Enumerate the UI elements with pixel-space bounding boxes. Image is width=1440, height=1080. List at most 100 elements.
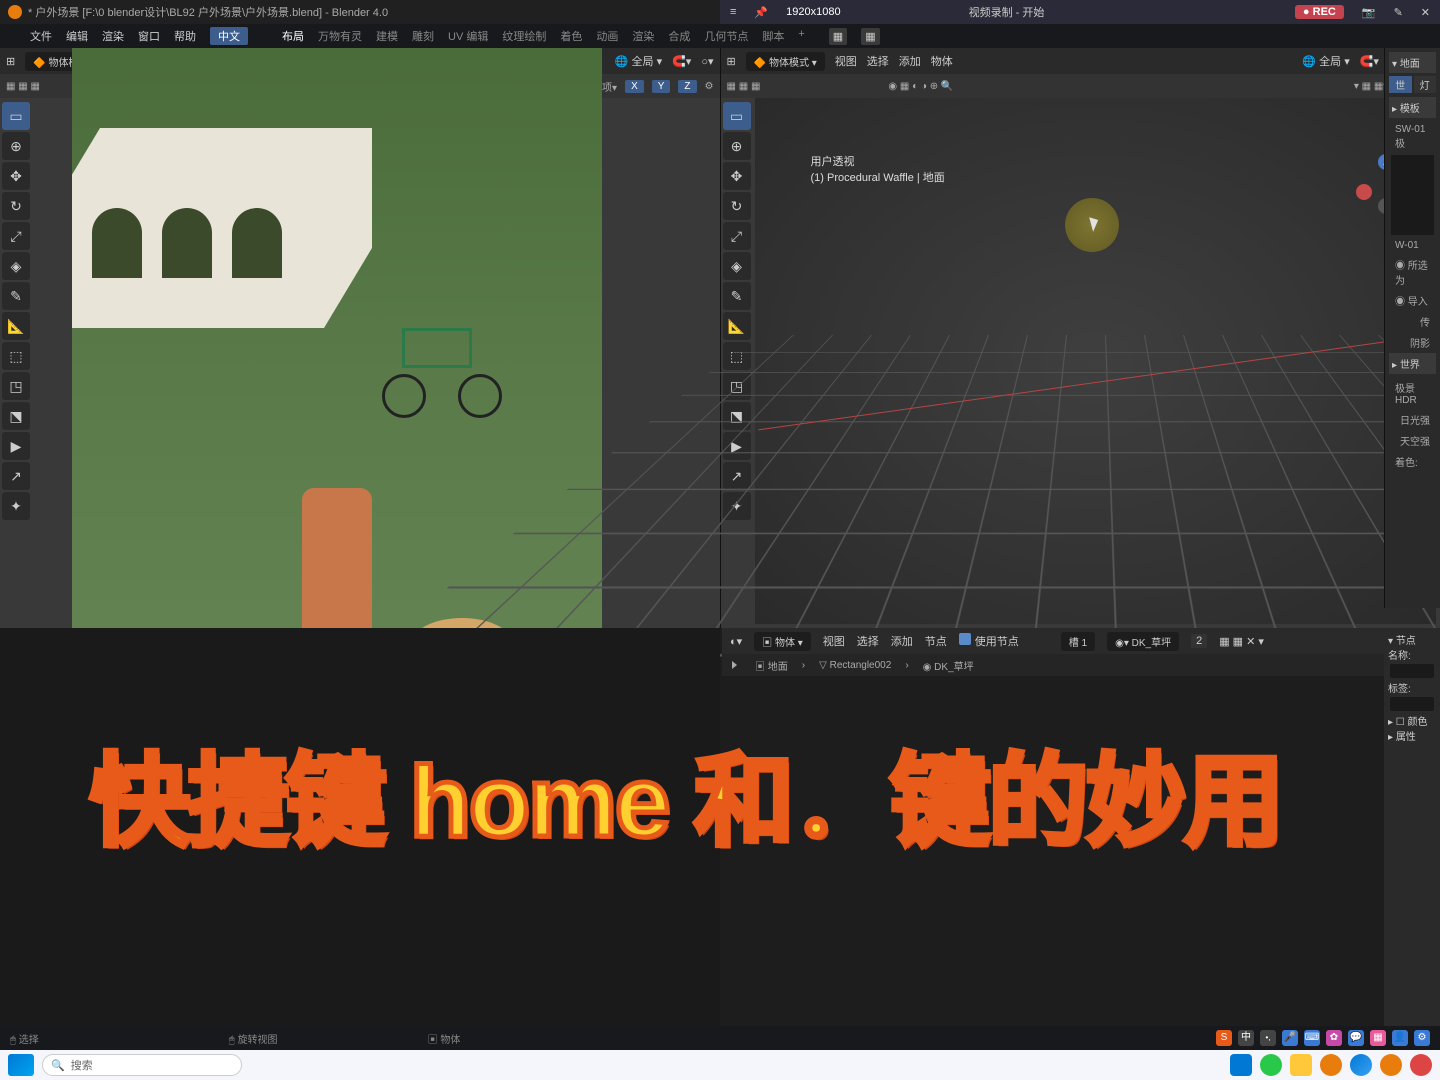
tool-extra5[interactable]: ✦ (2, 492, 30, 520)
tool-select-box[interactable]: ▭ (723, 102, 751, 130)
proportional-icon[interactable]: ○▾ (701, 55, 713, 68)
item-w01[interactable]: W-01 (1389, 237, 1436, 254)
menu-render[interactable]: 渲染 (102, 28, 124, 44)
scene-icon-2[interactable]: ▦ (861, 28, 879, 45)
node-view[interactable]: 视图 (823, 633, 845, 649)
vpmenu-add[interactable]: 添加 (899, 53, 921, 69)
language-toggle[interactable]: 中文 (210, 27, 248, 45)
tool-extra2[interactable]: ⬔ (2, 402, 30, 430)
ime-flower-icon[interactable]: ✿ (1326, 1030, 1342, 1046)
ime-keyboard-icon[interactable]: ⌨ (1304, 1030, 1320, 1046)
item-sw01[interactable]: SW-01极 (1389, 121, 1436, 153)
tab-add[interactable]: + (798, 28, 804, 44)
hamburger-icon[interactable]: ≡ (730, 6, 736, 18)
sogou-icon[interactable]: S (1216, 1030, 1232, 1046)
tab-layout[interactable]: 布局 (282, 28, 304, 44)
section-world[interactable]: ▸ 世界 (1389, 353, 1436, 374)
menu-file[interactable]: 文件 (30, 28, 52, 44)
row-shadow[interactable]: 阴影 (1389, 332, 1436, 353)
vpmenu-select[interactable]: 选择 (867, 53, 889, 69)
slot-dd[interactable]: 槽 1 (1061, 632, 1095, 651)
use-nodes-check[interactable]: 使用节点 (959, 633, 1019, 649)
bc-ground[interactable]: ▣ 地面 (755, 658, 788, 673)
tool-rotate[interactable]: ↻ (2, 192, 30, 220)
orientation-dd[interactable]: 🌐 全局 ▾ (615, 53, 662, 69)
task-blender2-icon[interactable] (1380, 1054, 1402, 1076)
orientation-dd[interactable]: 🌐 全局 ▾ (1302, 53, 1349, 69)
close-icon[interactable]: ✕ (1421, 6, 1430, 19)
ime-chat-icon[interactable]: 💬 (1348, 1030, 1364, 1046)
node-node[interactable]: 节点 (925, 633, 947, 649)
tab-light[interactable]: 灯 (1414, 76, 1437, 93)
section-template[interactable]: ▸ 模板 (1389, 97, 1436, 118)
bc-mat[interactable]: ◉ DK_草坪 (923, 658, 974, 673)
tool-transform[interactable]: ◈ (723, 252, 751, 280)
ime-mic-icon[interactable]: 🎤 (1282, 1030, 1298, 1046)
tab-modeling[interactable]: 建模 (376, 28, 398, 44)
shading-mode-icons[interactable]: ◉ ▦ ◐ ◑ ⊕ 🔍 (888, 81, 953, 92)
axis-y[interactable]: Y (652, 80, 671, 93)
node-select[interactable]: 选择 (857, 633, 879, 649)
row-hdr[interactable]: 极景HDR (1389, 377, 1436, 409)
tool-move[interactable]: ✥ (723, 162, 751, 190)
taskbar-search[interactable]: 🔍 搜索 (42, 1054, 242, 1076)
vp2-canvas[interactable]: 用户透视 (1) Procedural Waffle | 地面 Z Y 🔍 ✋ … (755, 98, 1437, 624)
menu-edit[interactable]: 编辑 (66, 28, 88, 44)
ime-grid-icon[interactable]: ▦ (1370, 1030, 1386, 1046)
blender-icon[interactable] (4, 30, 16, 42)
rec-button[interactable]: ● REC (1295, 5, 1344, 19)
task-edge-icon[interactable] (1230, 1054, 1252, 1076)
scene-icon-1[interactable]: ▦ (829, 28, 847, 45)
material-dd[interactable]: ◉▾ DK_草坪 (1107, 632, 1179, 651)
tab-compose[interactable]: 合成 (668, 28, 690, 44)
tool-select-box[interactable]: ▭ (2, 102, 30, 130)
row-pass[interactable]: 传 (1389, 311, 1436, 332)
tag-input[interactable] (1390, 697, 1434, 711)
row-sky[interactable]: 天空强 (1389, 430, 1436, 451)
name-input[interactable] (1390, 664, 1434, 678)
vpmenu-object[interactable]: 物体 (931, 53, 953, 69)
snap-icon[interactable]: 🧲▾ (1360, 55, 1379, 68)
tool-move[interactable]: ✥ (2, 162, 30, 190)
node-obj-dd[interactable]: ▣ 物体 ▾ (754, 632, 811, 651)
editor-type-icon[interactable]: ⊞ (6, 55, 15, 68)
task-rec-icon[interactable] (1410, 1054, 1432, 1076)
tool-measure[interactable]: 📐 (723, 312, 751, 340)
ime-punct[interactable]: •, (1260, 1030, 1276, 1046)
vpmenu-view[interactable]: 视图 (835, 53, 857, 69)
tab-script[interactable]: 脚本 (762, 28, 784, 44)
tab-anim[interactable]: 动画 (596, 28, 618, 44)
tool-cursor[interactable]: ⊕ (723, 132, 751, 160)
select-mode-icons[interactable]: ▦ ▦ ▦ (6, 81, 40, 92)
select-mode-icons[interactable]: ▦ ▦ ▦ (727, 81, 761, 92)
tab-geonodes[interactable]: 几何节点 (704, 28, 748, 44)
menu-help[interactable]: 帮助 (174, 28, 196, 44)
np-sec-node[interactable]: ▾ 节点 (1388, 632, 1436, 647)
pencil-icon[interactable]: ✎ (1394, 6, 1403, 19)
task-edge2-icon[interactable] (1350, 1054, 1372, 1076)
row-color[interactable]: 着色: (1389, 451, 1436, 472)
task-explorer-icon[interactable] (1290, 1054, 1312, 1076)
editor-type-icon[interactable]: ◐▾ (730, 635, 742, 648)
mode-dropdown[interactable]: 🔶 物体模式 ▾ (746, 52, 825, 71)
tool-annotate[interactable]: ✎ (723, 282, 751, 310)
axis-x[interactable]: X (625, 80, 644, 93)
tab-sculpt[interactable]: 雕刻 (412, 28, 434, 44)
task-media-icon[interactable] (1260, 1054, 1282, 1076)
tool-extra4[interactable]: ↗ (2, 462, 30, 490)
tool-rotate[interactable]: ↻ (723, 192, 751, 220)
gear-icon[interactable]: ⚙ (705, 81, 714, 92)
task-blender-icon[interactable] (1320, 1054, 1342, 1076)
tool-extra3[interactable]: ▶ (2, 432, 30, 460)
row-allsel[interactable]: ◉ 所选为 (1389, 254, 1436, 290)
tab-texpaint[interactable]: 纹理绘制 (502, 28, 546, 44)
tool-transform[interactable]: ◈ (2, 252, 30, 280)
tool-scale[interactable]: ⤢ (723, 222, 751, 250)
row-sun[interactable]: 日光强 (1389, 409, 1436, 430)
node-add[interactable]: 添加 (891, 633, 913, 649)
camera-icon[interactable]: 📷 (1362, 6, 1376, 19)
tool-cursor[interactable]: ⊕ (2, 132, 30, 160)
pin-icon[interactable]: 📌 (754, 6, 768, 19)
tab-shading[interactable]: 着色 (560, 28, 582, 44)
tool-scale[interactable]: ⤢ (2, 222, 30, 250)
